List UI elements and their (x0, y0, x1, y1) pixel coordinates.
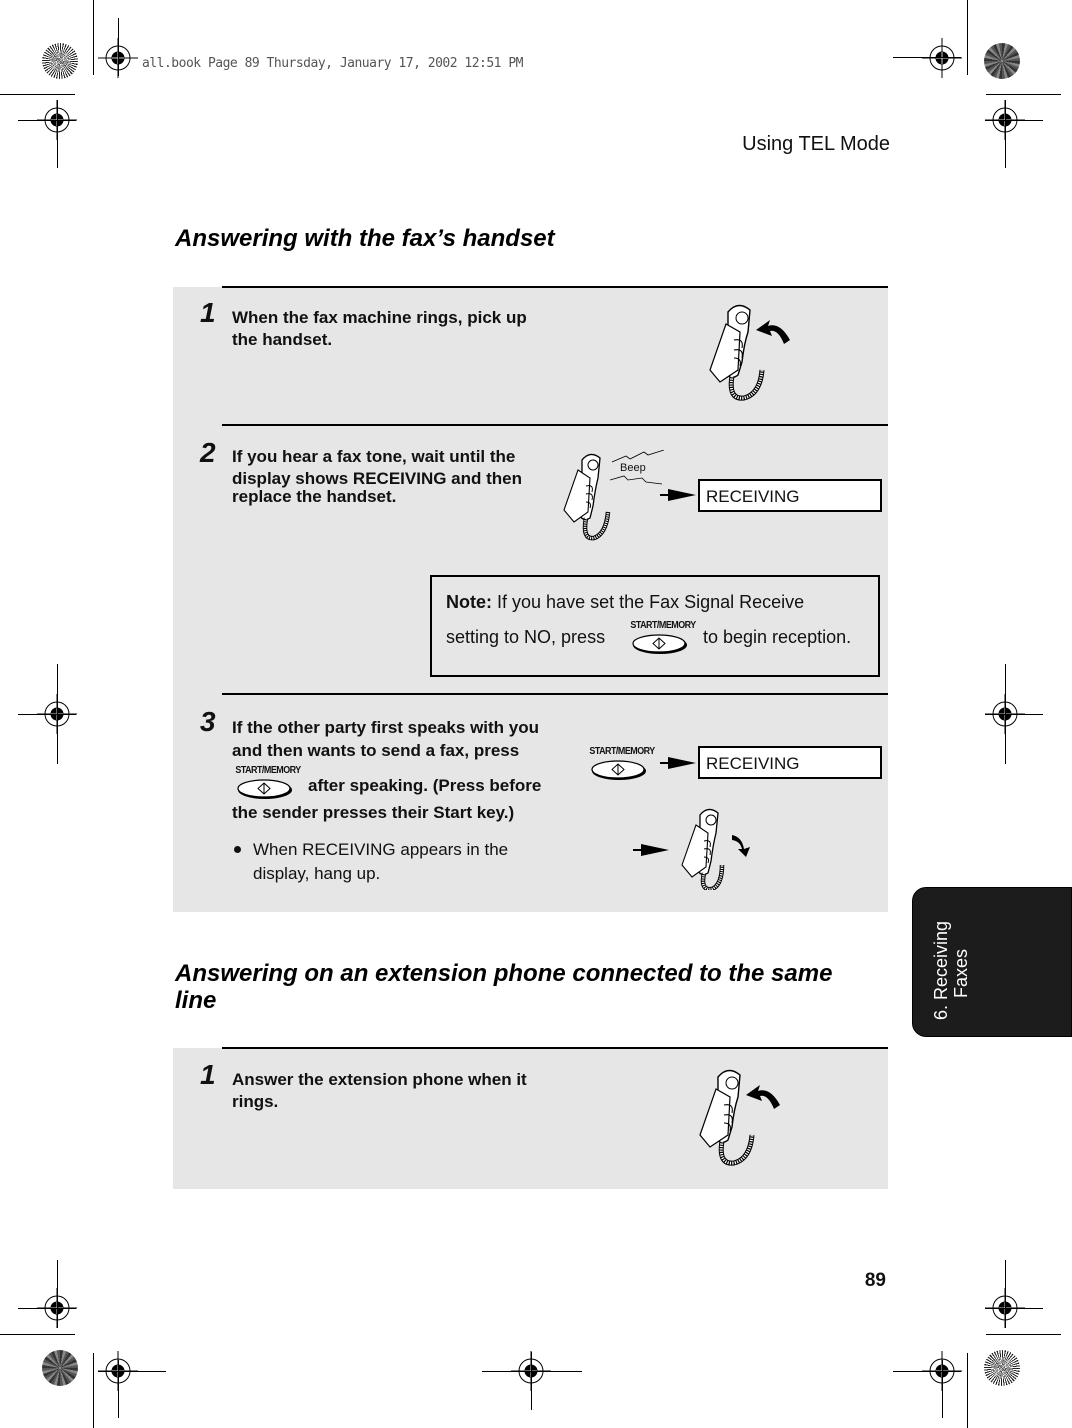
step-text-line: the handset. (232, 330, 333, 349)
note-box: Note: If you have set the Fax Signal Rec… (430, 575, 880, 677)
chapter-tab[interactable]: 6. Receiving Faxes (912, 887, 1072, 1037)
step-divider (222, 693, 888, 695)
step-text-line: rings. (232, 1092, 279, 1111)
handset-hangup-icon (681, 808, 750, 890)
slug-line: all.book Page 89 Thursday, January 17, 2… (142, 56, 524, 71)
bullet-icon (234, 846, 241, 853)
crop-line (93, 1353, 94, 1428)
bullet-text: When RECEIVING appears in the display, h… (253, 838, 508, 886)
crop-line (985, 714, 1043, 715)
step-number: 1 (200, 1059, 216, 1090)
lcd-display: RECEIVING (698, 479, 882, 512)
color-bar-icon (984, 43, 1020, 79)
crop-line (57, 100, 58, 168)
section-title: Answering on an extension phone connecte… (175, 960, 875, 1014)
crop-line (18, 714, 76, 715)
arrow-right-icon (660, 757, 696, 769)
crop-line (118, 18, 119, 76)
page-number: 89 (864, 1270, 886, 1291)
crop-line (1005, 1260, 1006, 1328)
step-text-line: the sender presses their Start key.) (232, 803, 515, 822)
step-text: When the fax machine rings, pick up the … (232, 307, 527, 351)
color-bar-icon (984, 1350, 1020, 1386)
crop-line (0, 94, 75, 95)
handset-pickup-icon (709, 304, 790, 401)
step-text-line: If the other party first speaks with you (232, 718, 540, 737)
crop-line (986, 94, 1061, 95)
crop-line (0, 1334, 75, 1335)
step-text-line: When the fax machine rings, pick up (232, 308, 527, 327)
bullet-line: When RECEIVING appears in the (253, 840, 509, 859)
step-text-line: Answer the extension phone when it (232, 1070, 527, 1089)
start-memory-key: START/MEMORY (584, 745, 656, 783)
note-text: If you have set the Fax Signal Receive (497, 592, 805, 612)
beep-label: Beep (620, 462, 646, 474)
step-divider (222, 424, 888, 426)
key-label: START/MEMORY (630, 619, 696, 631)
step-text: Answer the extension phone when it rings… (232, 1069, 527, 1113)
crop-line (967, 0, 968, 75)
crop-line (98, 1371, 166, 1372)
start-key-icon (237, 779, 292, 799)
step-number: 3 (200, 706, 216, 737)
note-text: setting to NO, press (446, 627, 606, 647)
crop-line (531, 1352, 532, 1410)
step-text: If you hear a fax tone, wait until the d… (232, 446, 522, 508)
step-divider (222, 1047, 888, 1049)
crop-line (482, 1371, 582, 1372)
crop-line (57, 1260, 58, 1328)
arrow-right-icon (660, 489, 696, 501)
note-line-2: setting to NO, press (446, 627, 605, 648)
step-text-line: after speaking. (Press before (308, 776, 542, 795)
section-title: Answering with the fax’s handset (175, 225, 555, 252)
color-bar-icon (42, 43, 78, 79)
crop-line (1005, 100, 1006, 168)
note-label: Note: (446, 592, 492, 612)
start-memory-key: START/MEMORY (625, 619, 697, 657)
running-head: Using TEL Mode (742, 133, 890, 155)
section-title-line: line (175, 987, 217, 1014)
bullet-line: display, hang up. (253, 864, 381, 883)
crop-line (942, 1360, 943, 1418)
step-text-line: If you hear a fax tone, wait until the (232, 447, 516, 466)
arrow-right-icon (633, 844, 669, 856)
chapter-tab-line: 6. Receiving (931, 920, 951, 1020)
start-key-icon (632, 634, 687, 654)
crop-line (18, 1308, 76, 1309)
note-line-2-end: to begin reception. (703, 627, 852, 647)
crop-line (118, 1360, 119, 1418)
crop-line (893, 57, 961, 58)
step-number: 2 (200, 437, 216, 468)
start-memory-key: START/MEMORY (230, 764, 302, 802)
chapter-tab-line: Faxes (951, 948, 971, 998)
step-text: If the other party first speaks with you… (232, 716, 539, 762)
step-divider (222, 286, 888, 288)
step-text-line: and then wants to send a fax, press (232, 741, 520, 760)
handset-pickup-icon (699, 1069, 780, 1166)
crop-line (986, 1334, 1061, 1335)
crop-line (985, 1308, 1043, 1309)
lcd-display: RECEIVING (698, 746, 882, 779)
registration-mark-icon (922, 38, 962, 78)
note-line-1: Note: If you have set the Fax Signal Rec… (446, 592, 804, 613)
step-number: 1 (200, 297, 216, 328)
key-label: START/MEMORY (589, 745, 655, 757)
crop-line (985, 120, 1043, 121)
crop-line (18, 120, 76, 121)
start-key-icon (591, 760, 646, 780)
section-title-line: Answering on an extension phone connecte… (175, 960, 833, 987)
key-label: START/MEMORY (235, 764, 301, 776)
crop-line (967, 1353, 968, 1428)
crop-line (893, 1371, 961, 1372)
chapter-tab-label: 6. Receiving Faxes (931, 921, 971, 1020)
crop-line (93, 0, 94, 75)
color-bar-icon (42, 1350, 78, 1386)
